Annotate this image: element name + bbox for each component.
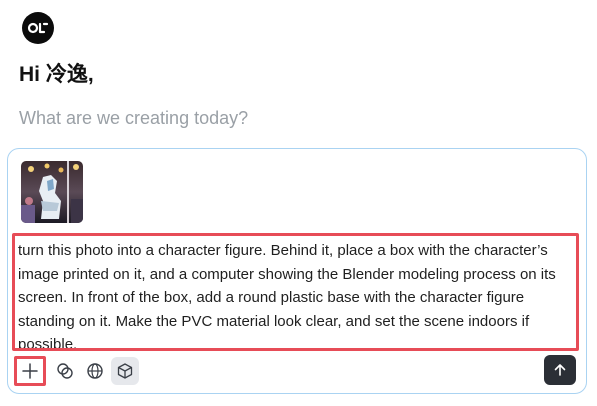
- add-button[interactable]: [14, 356, 46, 386]
- photo-image: [21, 161, 83, 223]
- 3d-model-button[interactable]: [111, 357, 139, 385]
- subtitle: What are we creating today?: [19, 108, 249, 128]
- prompt-composer[interactable]: turn this photo into a character figure.…: [7, 148, 587, 394]
- web-search-button[interactable]: [81, 357, 109, 385]
- arrow-up-icon: [554, 364, 566, 376]
- cube-icon: [117, 363, 133, 379]
- prompt-textarea[interactable]: turn this photo into a character figure.…: [12, 233, 579, 351]
- globe-icon: [87, 363, 103, 379]
- send-button[interactable]: [544, 355, 576, 385]
- page: Hi 冷逸, What are we creating today? turn …: [0, 0, 597, 406]
- logo-icon[interactable]: [22, 12, 54, 44]
- blend-icon: [57, 363, 73, 379]
- blend-button[interactable]: [51, 357, 79, 385]
- attachment-thumbnail[interactable]: [21, 161, 83, 223]
- greeting: Hi 冷逸,: [19, 63, 94, 86]
- add-icon: [22, 363, 38, 379]
